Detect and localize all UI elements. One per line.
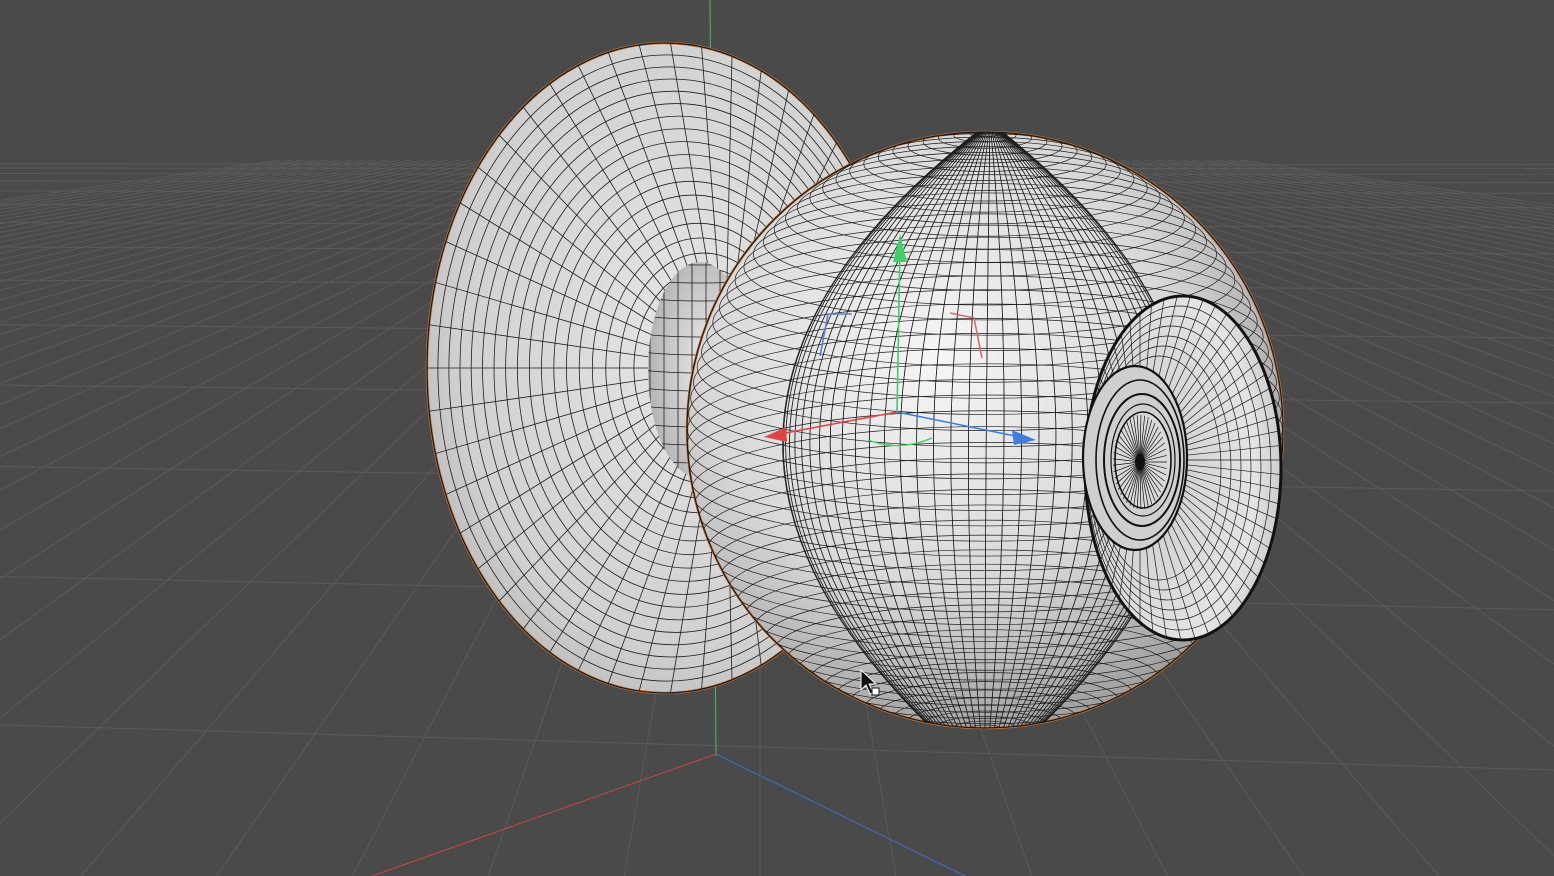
- iris-rings: [1081, 364, 1189, 552]
- world-axis-z: [715, 753, 966, 876]
- 3d-viewport[interactable]: [0, 0, 1554, 876]
- world-axis-x: [371, 753, 717, 876]
- viewport-canvas[interactable]: [0, 0, 1554, 876]
